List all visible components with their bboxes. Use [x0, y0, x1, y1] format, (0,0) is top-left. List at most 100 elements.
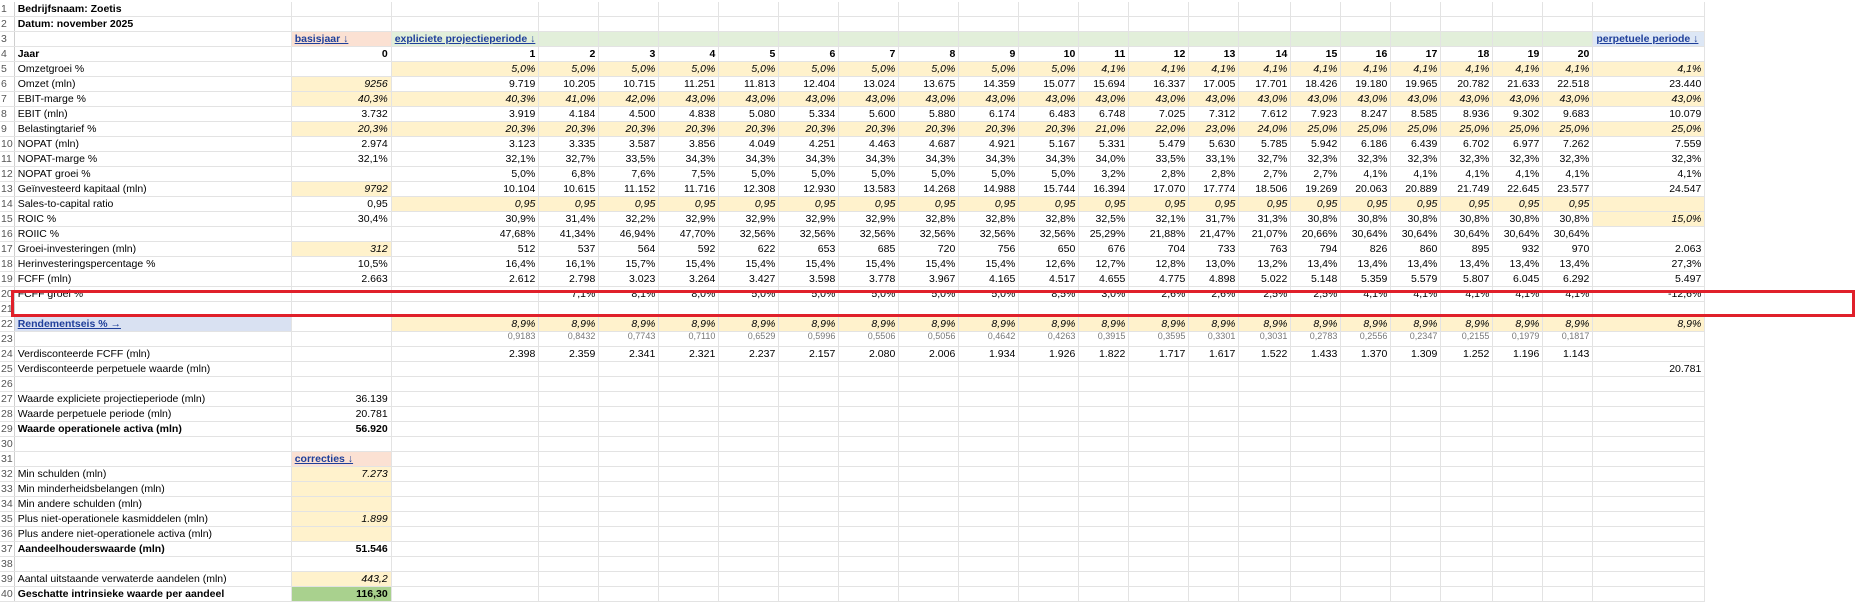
projection-value[interactable]: 32,3% [1440, 151, 1494, 167]
perpetual-value[interactable]: 23.440 [1592, 76, 1706, 92]
cell[interactable] [1390, 466, 1442, 482]
projection-value[interactable]: 13,2% [1238, 256, 1292, 272]
cell[interactable] [838, 586, 900, 602]
cell[interactable] [658, 496, 720, 512]
cell[interactable] [1188, 526, 1240, 542]
cell[interactable] [538, 511, 600, 527]
projection-value[interactable]: 7,1% [538, 286, 600, 302]
projection-value[interactable]: 5.942 [1290, 136, 1342, 152]
row-label[interactable]: Min schulden (mln) [14, 466, 292, 482]
cell[interactable] [1340, 586, 1392, 602]
projection-value[interactable]: 34,3% [658, 151, 720, 167]
cell[interactable] [538, 466, 600, 482]
cell[interactable] [1340, 361, 1392, 377]
discounted-fcff[interactable]: 1.433 [1290, 346, 1342, 362]
projection-value[interactable]: 6,8% [538, 166, 600, 182]
shares-value[interactable]: 443,2 [291, 571, 392, 587]
projection-value[interactable]: 8.585 [1390, 106, 1442, 122]
cell[interactable] [1290, 541, 1342, 557]
projection-value[interactable]: 4,1% [1440, 166, 1494, 182]
projection-value[interactable]: 6.748 [1078, 106, 1130, 122]
cell[interactable] [391, 2, 540, 17]
cell[interactable] [1128, 31, 1190, 47]
projection-value[interactable]: 34,3% [718, 151, 780, 167]
projection-value[interactable]: 4.500 [598, 106, 660, 122]
perpetual-value[interactable]: 24.547 [1592, 181, 1706, 197]
row-label[interactable]: FCFF groei % [14, 286, 292, 302]
projection-value[interactable]: 4,1% [1440, 286, 1494, 302]
cell[interactable] [1492, 361, 1544, 377]
cell[interactable] [14, 31, 292, 47]
base-year-value[interactable]: 30,4% [291, 211, 392, 227]
row-label[interactable]: NOPAT (mln) [14, 136, 292, 152]
projection-value[interactable]: 32,3% [1492, 151, 1544, 167]
projection-value[interactable]: 43,0% [1238, 91, 1292, 107]
perpetual-value[interactable]: 25,0% [1592, 121, 1706, 137]
rendementseis-value[interactable]: 8,9% [838, 316, 900, 332]
cell[interactable] [1340, 16, 1392, 32]
projection-value[interactable]: 932 [1492, 241, 1544, 257]
cell[interactable] [538, 391, 600, 407]
projection-value[interactable]: 0,95 [538, 196, 600, 212]
projection-value[interactable]: 4,1% [1128, 61, 1190, 77]
projection-value[interactable]: 5,0% [391, 166, 540, 182]
projection-value[interactable]: 32,56% [898, 226, 960, 242]
cell[interactable] [958, 586, 1020, 602]
cell[interactable] [958, 526, 1020, 542]
cell[interactable] [778, 526, 840, 542]
rendementseis-value[interactable]: 8,9% [898, 316, 960, 332]
projection-value[interactable]: 34,3% [1018, 151, 1080, 167]
cell[interactable] [958, 391, 1020, 407]
projection-value[interactable]: 10.715 [598, 76, 660, 92]
cell[interactable] [778, 481, 840, 497]
projection-value[interactable]: 4,1% [1542, 286, 1594, 302]
cell[interactable] [1440, 556, 1494, 572]
projection-value[interactable]: 720 [898, 241, 960, 257]
cell[interactable] [718, 301, 780, 317]
cell[interactable] [1390, 16, 1442, 32]
cell[interactable] [1592, 451, 1706, 467]
projection-value[interactable]: 25,0% [1340, 121, 1392, 137]
projection-value[interactable]: 43,0% [1440, 91, 1494, 107]
projection-value[interactable]: 12,6% [1018, 256, 1080, 272]
projection-value[interactable]: 14.988 [958, 181, 1020, 197]
cell[interactable] [718, 421, 780, 437]
cell[interactable] [718, 481, 780, 497]
projection-value[interactable]: 32,8% [898, 211, 960, 227]
perpetual-period-header[interactable]: perpetuele periode ↓ [1592, 31, 1706, 47]
year-3[interactable]: 3 [598, 46, 660, 62]
cell[interactable] [718, 496, 780, 512]
cell[interactable] [1340, 526, 1392, 542]
cell[interactable] [1078, 586, 1130, 602]
discount-factor[interactable]: 0,6529 [718, 331, 780, 347]
projection-value[interactable]: 7.923 [1290, 106, 1342, 122]
cell[interactable] [658, 391, 720, 407]
cell[interactable] [291, 331, 392, 347]
cell[interactable] [1238, 541, 1292, 557]
cell[interactable] [1492, 451, 1544, 467]
discounted-fcff[interactable]: 1.926 [1018, 346, 1080, 362]
cell[interactable] [838, 481, 900, 497]
projection-value[interactable]: 15.077 [1018, 76, 1080, 92]
cell[interactable] [1128, 451, 1190, 467]
projection-value[interactable]: 12.930 [778, 181, 840, 197]
cell[interactable] [838, 31, 900, 47]
cell[interactable] [838, 556, 900, 572]
cell[interactable] [1492, 436, 1544, 452]
cell[interactable] [1390, 391, 1442, 407]
cell[interactable] [391, 481, 540, 497]
projection-value[interactable]: 756 [958, 241, 1020, 257]
perpetual-value[interactable]: 7.559 [1592, 136, 1706, 152]
projection-value[interactable]: 21.633 [1492, 76, 1544, 92]
cell[interactable] [538, 406, 600, 422]
cell[interactable] [1018, 421, 1080, 437]
projection-value[interactable]: 43,0% [1290, 91, 1342, 107]
cell[interactable] [1290, 586, 1342, 602]
cell[interactable] [898, 421, 960, 437]
cell[interactable] [1440, 391, 1494, 407]
projection-value[interactable]: 3.778 [838, 271, 900, 287]
summary-value[interactable]: 36.139 [291, 391, 392, 407]
cell[interactable] [718, 436, 780, 452]
cell[interactable] [538, 571, 600, 587]
projection-value[interactable]: 30,8% [1542, 211, 1594, 227]
